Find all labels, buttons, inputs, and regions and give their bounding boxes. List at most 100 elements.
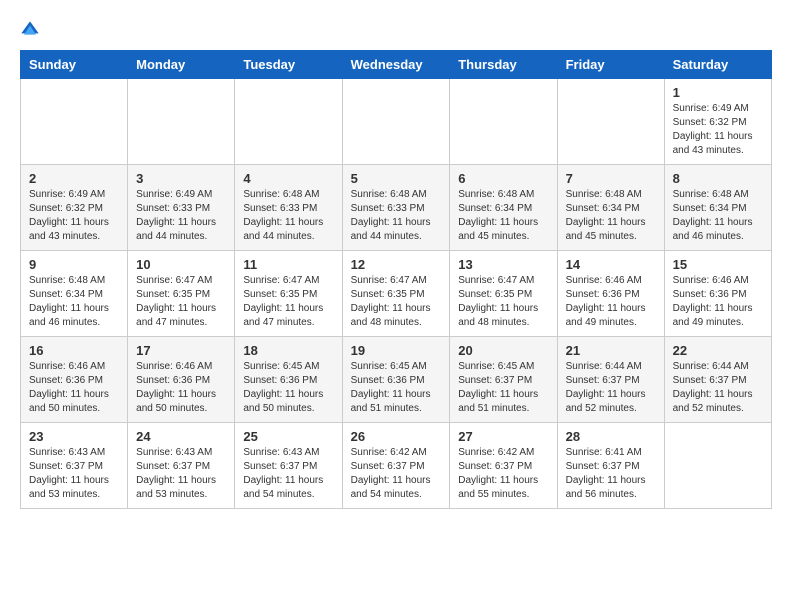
day-info: Sunrise: 6:46 AM Sunset: 6:36 PM Dayligh… (673, 274, 763, 330)
day-of-week-header: Tuesday (235, 51, 342, 79)
day-of-week-header: Sunday (21, 51, 128, 79)
calendar-cell: 5Sunrise: 6:48 AM Sunset: 6:33 PM Daylig… (342, 165, 450, 251)
day-info: Sunrise: 6:47 AM Sunset: 6:35 PM Dayligh… (351, 274, 442, 330)
calendar-week-row: 16 Sunrise: 6:46 AM Sunset: 6:36 PM Dayli… (21, 337, 772, 423)
day-info: Sunrise: 6:42 AM Sunset: 6:37 PM Dayligh… (458, 446, 548, 502)
day-info: Sunrise: 6:48 AM Sunset: 6:34 PM Dayligh… (29, 274, 119, 330)
logo (20, 20, 44, 40)
day-info: Sunrise: 6:45 AM Sunset: 6:36 PM Dayligh… (243, 360, 333, 416)
calendar-cell (342, 79, 450, 165)
day-number: 5 (351, 171, 442, 186)
day-number: 28 (566, 429, 656, 444)
calendar-cell: 20 Sunrise: 6:45 AM Sunset: 6:37 PM Dayli… (450, 337, 557, 423)
day-info: Sunrise: 6:48 AM Sunset: 6:34 PM Dayligh… (566, 188, 656, 244)
calendar-cell: 19 Sunrise: 6:45 AM Sunset: 6:36 PM Dayli… (342, 337, 450, 423)
day-of-week-header: Friday (557, 51, 664, 79)
calendar-cell: 10 Sunrise: 6:47 AM Sunset: 6:35 PM Dayli… (128, 251, 235, 337)
day-number: 16 (29, 343, 119, 358)
day-number: 26 (351, 429, 442, 444)
calendar-cell (450, 79, 557, 165)
calendar-cell (21, 79, 128, 165)
calendar-week-row: 23 Sunrise: 6:43 AM Sunset: 6:37 PM Dayli… (21, 423, 772, 509)
day-info: Sunrise: 6:43 AM Sunset: 6:37 PM Dayligh… (136, 446, 226, 502)
calendar-cell: 1 Sunrise: 6:49 AM Sunset: 6:32 PM Daylig… (664, 79, 771, 165)
calendar: SundayMondayTuesdayWednesdayThursdayFrid… (20, 50, 772, 509)
day-number: 10 (136, 257, 226, 272)
calendar-cell (128, 79, 235, 165)
calendar-cell: 4 Sunrise: 6:48 AM Sunset: 6:33 PM Daylig… (235, 165, 342, 251)
calendar-cell: 14 Sunrise: 6:46 AM Sunset: 6:36 PM Dayli… (557, 251, 664, 337)
day-number: 12 (351, 257, 442, 272)
calendar-cell: 2 Sunrise: 6:49 AM Sunset: 6:32 PM Daylig… (21, 165, 128, 251)
calendar-cell: 12 Sunrise: 6:47 AM Sunset: 6:35 PM Dayli… (342, 251, 450, 337)
day-info: Sunrise: 6:46 AM Sunset: 6:36 PM Dayligh… (136, 360, 226, 416)
day-number: 8 (673, 171, 763, 186)
day-number: 14 (566, 257, 656, 272)
day-number: 23 (29, 429, 119, 444)
day-info: Sunrise: 6:41 AM Sunset: 6:37 PM Dayligh… (566, 446, 656, 502)
day-number: 6 (458, 171, 548, 186)
day-number: 25 (243, 429, 333, 444)
day-info: Sunrise: 6:47 AM Sunset: 6:35 PM Dayligh… (136, 274, 226, 330)
day-info: Sunrise: 6:44 AM Sunset: 6:37 PM Dayligh… (673, 360, 763, 416)
calendar-cell: 21 Sunrise: 6:44 AM Sunset: 6:37 PM Dayli… (557, 337, 664, 423)
day-of-week-header: Monday (128, 51, 235, 79)
calendar-cell: 7 Sunrise: 6:48 AM Sunset: 6:34 PM Daylig… (557, 165, 664, 251)
day-number: 18 (243, 343, 333, 358)
calendar-week-row: 2 Sunrise: 6:49 AM Sunset: 6:32 PM Daylig… (21, 165, 772, 251)
day-number: 3 (136, 171, 226, 186)
calendar-cell (235, 79, 342, 165)
day-info: Sunrise: 6:44 AM Sunset: 6:37 PM Dayligh… (566, 360, 656, 416)
day-number: 20 (458, 343, 548, 358)
calendar-cell: 18 Sunrise: 6:45 AM Sunset: 6:36 PM Dayli… (235, 337, 342, 423)
calendar-cell: 24Sunrise: 6:43 AM Sunset: 6:37 PM Dayli… (128, 423, 235, 509)
day-info: Sunrise: 6:47 AM Sunset: 6:35 PM Dayligh… (458, 274, 548, 330)
day-number: 2 (29, 171, 119, 186)
calendar-cell: 17 Sunrise: 6:46 AM Sunset: 6:36 PM Dayli… (128, 337, 235, 423)
day-info: Sunrise: 6:48 AM Sunset: 6:34 PM Dayligh… (673, 188, 763, 244)
day-number: 9 (29, 257, 119, 272)
day-info: Sunrise: 6:49 AM Sunset: 6:33 PM Dayligh… (136, 188, 226, 244)
day-number: 7 (566, 171, 656, 186)
day-info: Sunrise: 6:42 AM Sunset: 6:37 PM Dayligh… (351, 446, 442, 502)
calendar-cell: 27 Sunrise: 6:42 AM Sunset: 6:37 PM Dayli… (450, 423, 557, 509)
day-info: Sunrise: 6:49 AM Sunset: 6:32 PM Dayligh… (673, 102, 763, 158)
calendar-cell (664, 423, 771, 509)
calendar-cell: 16 Sunrise: 6:46 AM Sunset: 6:36 PM Dayli… (21, 337, 128, 423)
day-info: Sunrise: 6:47 AM Sunset: 6:35 PM Dayligh… (243, 274, 333, 330)
calendar-header-row: SundayMondayTuesdayWednesdayThursdayFrid… (21, 51, 772, 79)
calendar-cell: 3 Sunrise: 6:49 AM Sunset: 6:33 PM Daylig… (128, 165, 235, 251)
day-number: 17 (136, 343, 226, 358)
calendar-cell: 9 Sunrise: 6:48 AM Sunset: 6:34 PM Daylig… (21, 251, 128, 337)
day-info: Sunrise: 6:49 AM Sunset: 6:32 PM Dayligh… (29, 188, 119, 244)
calendar-cell: 11 Sunrise: 6:47 AM Sunset: 6:35 PM Dayli… (235, 251, 342, 337)
day-info: Sunrise: 6:46 AM Sunset: 6:36 PM Dayligh… (29, 360, 119, 416)
day-number: 21 (566, 343, 656, 358)
calendar-cell: 15 Sunrise: 6:46 AM Sunset: 6:36 PM Dayli… (664, 251, 771, 337)
day-of-week-header: Saturday (664, 51, 771, 79)
calendar-cell: 6Sunrise: 6:48 AM Sunset: 6:34 PM Daylig… (450, 165, 557, 251)
day-number: 11 (243, 257, 333, 272)
day-of-week-header: Thursday (450, 51, 557, 79)
calendar-week-row: 9 Sunrise: 6:48 AM Sunset: 6:34 PM Daylig… (21, 251, 772, 337)
day-info: Sunrise: 6:46 AM Sunset: 6:36 PM Dayligh… (566, 274, 656, 330)
calendar-cell: 13 Sunrise: 6:47 AM Sunset: 6:35 PM Dayli… (450, 251, 557, 337)
calendar-cell: 8 Sunrise: 6:48 AM Sunset: 6:34 PM Daylig… (664, 165, 771, 251)
day-info: Sunrise: 6:45 AM Sunset: 6:36 PM Dayligh… (351, 360, 442, 416)
day-info: Sunrise: 6:43 AM Sunset: 6:37 PM Dayligh… (29, 446, 119, 502)
day-number: 19 (351, 343, 442, 358)
day-number: 4 (243, 171, 333, 186)
calendar-cell: 26 Sunrise: 6:42 AM Sunset: 6:37 PM Dayli… (342, 423, 450, 509)
day-number: 13 (458, 257, 548, 272)
header (20, 20, 772, 40)
day-number: 1 (673, 85, 763, 100)
day-info: Sunrise: 6:45 AM Sunset: 6:37 PM Dayligh… (458, 360, 548, 416)
day-info: Sunrise: 6:48 AM Sunset: 6:33 PM Dayligh… (243, 188, 333, 244)
day-number: 15 (673, 257, 763, 272)
calendar-cell (557, 79, 664, 165)
calendar-cell: 22Sunrise: 6:44 AM Sunset: 6:37 PM Dayli… (664, 337, 771, 423)
logo-icon (20, 20, 40, 40)
calendar-cell: 23 Sunrise: 6:43 AM Sunset: 6:37 PM Dayli… (21, 423, 128, 509)
day-of-week-header: Wednesday (342, 51, 450, 79)
day-number: 27 (458, 429, 548, 444)
